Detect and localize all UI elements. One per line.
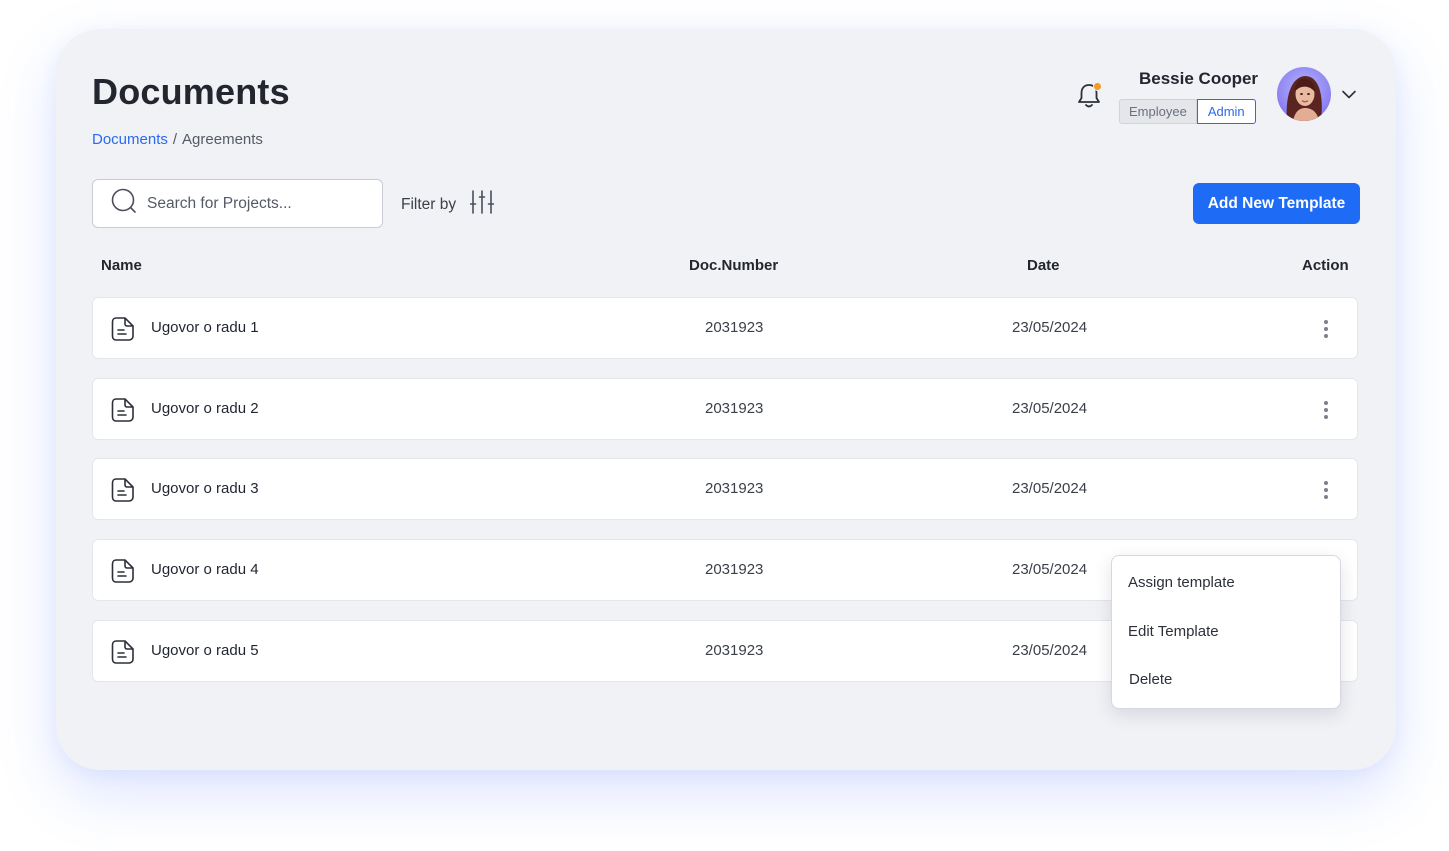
document-date: 23/05/2024 — [1012, 319, 1088, 336]
breadcrumb-current: Agreements — [182, 131, 263, 148]
notification-dot — [1093, 82, 1102, 91]
more-vertical-icon[interactable] — [1316, 318, 1336, 340]
document-date: 23/05/2024 — [1012, 642, 1088, 659]
document-icon — [110, 558, 136, 584]
menu-item-delete[interactable]: Delete — [1129, 671, 1172, 688]
avatar[interactable] — [1277, 67, 1331, 121]
add-new-template-button[interactable]: Add New Template — [1193, 183, 1360, 224]
document-name: Ugovor o radu 5 — [151, 642, 259, 659]
column-header-date: Date — [1027, 257, 1060, 274]
document-number: 2031923 — [705, 480, 764, 497]
column-header-doc-number: Doc.Number — [689, 257, 779, 274]
document-name: Ugovor o radu 1 — [151, 319, 259, 336]
document-date: 23/05/2024 — [1012, 480, 1088, 497]
document-name: Ugovor o radu 2 — [151, 400, 259, 417]
menu-item-assign-template[interactable]: Assign template — [1128, 574, 1235, 591]
filter-button[interactable]: Filter by — [401, 189, 495, 220]
document-icon — [110, 477, 136, 503]
action-menu: Assign template Edit Template Delete — [1111, 555, 1341, 709]
column-header-action: Action — [1302, 257, 1349, 274]
document-number: 2031923 — [705, 400, 764, 417]
filter-label: Filter by — [401, 195, 457, 213]
document-icon — [110, 316, 136, 342]
table-row[interactable]: Ugovor o radu 1 2031923 23/05/2024 — [92, 297, 1358, 359]
document-number: 2031923 — [705, 561, 764, 578]
breadcrumb: Documents / Agreements — [92, 131, 263, 148]
more-vertical-icon[interactable] — [1316, 399, 1336, 421]
role-employee-tab[interactable]: Employee — [1119, 99, 1197, 124]
documents-panel: Documents Documents / Agreements Bessie Co… — [56, 29, 1396, 770]
user-name: Bessie Cooper — [1139, 69, 1259, 88]
document-date: 23/05/2024 — [1012, 400, 1088, 417]
bell-icon[interactable] — [1075, 81, 1103, 111]
more-vertical-icon[interactable] — [1316, 479, 1336, 501]
sliders-icon — [456, 189, 495, 220]
document-name: Ugovor o radu 4 — [151, 561, 259, 578]
document-date: 23/05/2024 — [1012, 561, 1088, 578]
breadcrumb-documents-link[interactable]: Documents — [92, 131, 168, 148]
search-icon — [111, 188, 137, 219]
document-number: 2031923 — [705, 319, 764, 336]
search-input[interactable] — [147, 194, 367, 213]
search-box — [92, 179, 383, 228]
page-title: Documents — [92, 71, 290, 112]
breadcrumb-separator: / — [172, 131, 178, 148]
role-admin-tab[interactable]: Admin — [1196, 99, 1256, 124]
role-switcher: Employee Admin — [1119, 99, 1256, 124]
document-icon — [110, 639, 136, 665]
document-icon — [110, 397, 136, 423]
table-row[interactable]: Ugovor o radu 3 2031923 23/05/2024 — [92, 458, 1358, 520]
document-name: Ugovor o radu 3 — [151, 480, 259, 497]
chevron-down-icon[interactable] — [1340, 85, 1358, 103]
column-header-name: Name — [101, 257, 142, 274]
document-number: 2031923 — [705, 642, 764, 659]
table-row[interactable]: Ugovor o radu 2 2031923 23/05/2024 — [92, 378, 1358, 440]
menu-item-edit-template[interactable]: Edit Template — [1128, 623, 1219, 640]
